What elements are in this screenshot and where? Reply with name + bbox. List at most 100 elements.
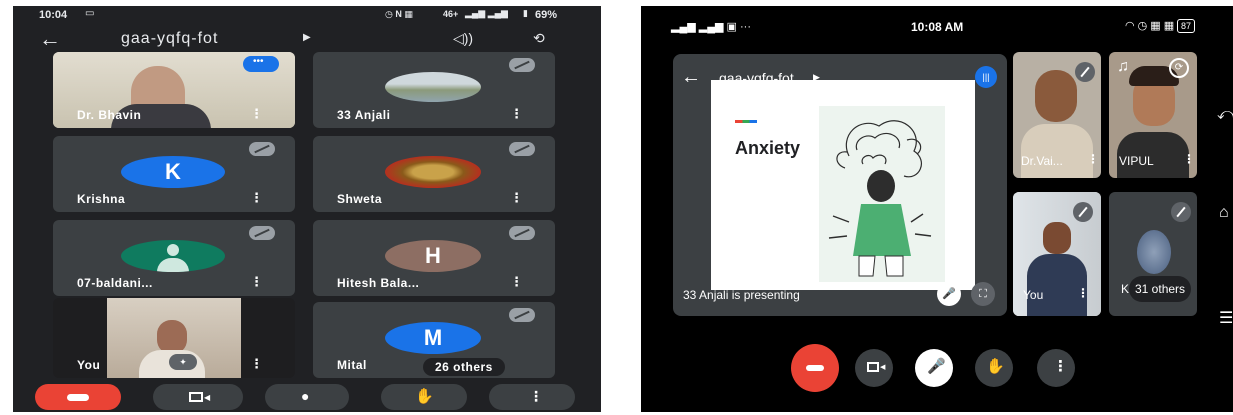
participant-tile-dr-bhavin[interactable]: ••• Dr. Bhavin ⋮ (53, 52, 295, 128)
muted-mic-icon (1073, 202, 1093, 222)
audio-level-icon: ||| (975, 66, 997, 88)
effects-icon[interactable]: ✦ (169, 354, 197, 370)
participant-tile-others[interactable]: K 31 others (1109, 192, 1197, 316)
participant-avatar: K (121, 156, 225, 188)
nav-back-icon[interactable]: ⤺ (1217, 106, 1233, 124)
nav-recents-icon[interactable]: ☰ (1219, 308, 1233, 328)
participant-tile-you[interactable]: You ⋮ (1013, 192, 1101, 316)
presenting-label: 33 Anjali is presenting (683, 288, 800, 302)
more-options-icon[interactable]: ⋮ (250, 106, 263, 122)
participant-name: VIPUL (1119, 154, 1154, 168)
others-count-badge[interactable]: 26 others (423, 358, 505, 376)
network-type: 46+ (443, 9, 459, 19)
more-vert-icon: ⋮ (529, 388, 543, 404)
speaker-icon[interactable]: ◁)) (453, 30, 473, 47)
muted-mic-icon (509, 226, 535, 240)
signal-bars-icon: ▂▄▆ ▂▄▆ (465, 8, 508, 18)
signal-icons: ▂▄▆ ▂▄▆ ▣ ··· (671, 21, 751, 33)
status-bar: 10:04 ▭ ◷ N ▦ 46+ ▂▄▆ ▂▄▆ ▮ 69% (13, 6, 601, 24)
participant-name: Hitesh Bala... (337, 276, 420, 290)
participant-name: Shweta (337, 192, 383, 206)
battery-level: 87 (1177, 19, 1196, 33)
more-options-icon[interactable]: ⋮ (250, 274, 263, 290)
microphone-toggle-button[interactable]: ● (265, 384, 349, 410)
raise-hand-button[interactable]: ✋ (381, 384, 467, 410)
presentation-area[interactable]: ← gaa-yqfq-fot ▶ ||| Anxiety 33 Anjali i… (673, 54, 1007, 316)
more-options-icon[interactable]: ⋮ (510, 190, 523, 206)
speaking-indicator-icon: ••• (243, 56, 279, 72)
left-phone-screen: 10:04 ▭ ◷ N ▦ 46+ ▂▄▆ ▂▄▆ ▮ 69% ← gaa-yq… (13, 6, 601, 412)
participant-tile-baldani[interactable]: 07-baldani... ⋮ (53, 220, 295, 296)
participant-tile-you[interactable]: ✦ You ⋮ (53, 298, 295, 378)
muted-mic-icon (1075, 62, 1095, 82)
more-options-icon[interactable]: ⋮ (250, 356, 263, 372)
participant-tile-vipul[interactable]: ♫ ⟳ VIPUL ⋮ (1109, 52, 1197, 178)
end-call-button[interactable] (35, 384, 121, 410)
participant-tile-anjali[interactable]: 33 Anjali ⋮ (313, 52, 555, 128)
microphone-toggle-button[interactable]: 🎤 (915, 349, 953, 387)
slide-title: Anxiety (735, 138, 801, 158)
status-time: 10:04 (39, 9, 68, 21)
mute-presenter-icon[interactable]: 🎤 (937, 282, 961, 306)
more-options-icon[interactable]: ⋮ (510, 274, 523, 290)
microphone-off-icon: 🎤 (927, 358, 946, 375)
switch-camera-icon[interactable]: ⟲ (533, 30, 545, 47)
more-options-button[interactable]: ⋮ (489, 384, 575, 410)
participant-name: You (1023, 288, 1044, 302)
raise-hand-button[interactable]: ✋ (975, 349, 1013, 387)
right-phone-screen: ▂▄▆ ▂▄▆ ▣ ··· 10:08 AM ◠ ◷ ▦ ▦ 87 ← gaa-… (641, 6, 1233, 412)
more-options-icon[interactable]: ⋮ (1087, 152, 1099, 166)
participant-tile-hitesh[interactable]: H Hitesh Bala... ⋮ (313, 220, 555, 296)
muted-mic-icon (249, 142, 275, 156)
camera-toggle-button[interactable]: ◀ (153, 384, 243, 410)
slide-accent-line (735, 120, 757, 123)
muted-mic-icon (249, 226, 275, 240)
chevron-right-icon[interactable]: ▶ (303, 32, 311, 43)
default-user-avatar-icon (121, 240, 225, 272)
participant-avatar (1137, 230, 1171, 274)
more-options-icon[interactable]: ⋮ (250, 190, 263, 206)
video-camera-off-icon (867, 362, 879, 372)
more-options-icon[interactable]: ⋮ (1183, 152, 1195, 166)
camera-toggle-button[interactable]: ◀ (855, 349, 893, 387)
muted-mic-icon (509, 142, 535, 156)
phone-hangup-icon (806, 365, 824, 371)
headphones-icon: ♫ (1117, 58, 1129, 75)
nav-home-icon[interactable]: ⌂ (1219, 204, 1229, 222)
slide-illustration (819, 106, 945, 282)
self-face (157, 320, 187, 354)
status-time: 10:08 AM (911, 20, 964, 34)
more-options-icon[interactable]: ⋮ (1077, 286, 1089, 300)
meeting-code[interactable]: gaa-yqfq-fot (121, 30, 218, 48)
participant-name: Krishna (77, 192, 126, 206)
participant-tile-shweta[interactable]: Shweta ⋮ (313, 136, 555, 212)
participant-avatar: M (385, 322, 481, 354)
end-call-button[interactable] (791, 344, 839, 392)
switch-camera-icon[interactable]: ⟳ (1169, 58, 1189, 78)
participant-face (1035, 70, 1077, 122)
muted-mic-icon (1171, 202, 1191, 222)
participant-name: K (1121, 282, 1130, 296)
back-arrow-icon[interactable]: ← (39, 26, 61, 52)
battery-icon: ▮ (523, 8, 528, 18)
signal-icons: ◷ N ▦ (385, 9, 413, 19)
more-options-button[interactable]: ⋮ (1037, 349, 1075, 387)
participant-tile-mital[interactable]: M Mital 26 others (313, 302, 555, 378)
slide: Anxiety (711, 80, 975, 290)
more-options-icon[interactable]: ⋮ (510, 106, 523, 122)
more-vert-icon: ⋮ (1053, 358, 1068, 375)
video-camera-icon (189, 392, 203, 402)
participant-tile-dr-vai[interactable]: Dr.Vai... ⋮ (1013, 52, 1101, 178)
status-icons: ◠ ◷ ▦ ▦ (1125, 20, 1175, 32)
hand-icon: ✋ (986, 358, 1005, 375)
participant-tile-krishna[interactable]: K Krishna ⋮ (53, 136, 295, 212)
back-arrow-icon[interactable]: ← (681, 66, 701, 89)
participant-clothes (1021, 124, 1093, 178)
fullscreen-icon[interactable]: ⛶ (971, 282, 995, 306)
muted-mic-icon (509, 308, 535, 322)
self-clothes (1027, 254, 1087, 316)
participant-avatar (385, 156, 481, 188)
participant-avatar (385, 72, 481, 102)
participant-name: 33 Anjali (337, 108, 391, 122)
others-count-badge[interactable]: 31 others (1129, 276, 1192, 302)
